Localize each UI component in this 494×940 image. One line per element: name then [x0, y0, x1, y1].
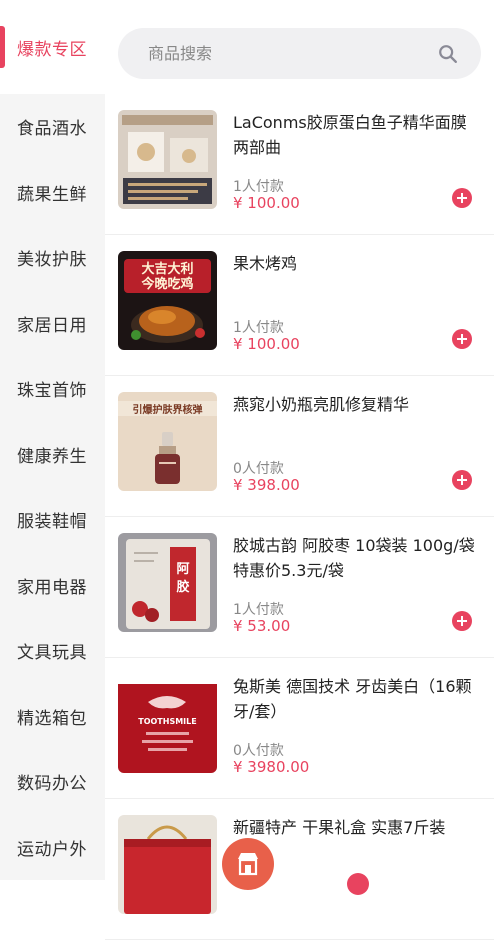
search-icon[interactable] [437, 43, 459, 65]
svg-text:阿: 阿 [176, 562, 189, 577]
category-item-hot[interactable]: 爆款专区 [0, 0, 105, 94]
product-title[interactable]: 新疆特产 干果礼盒 实惠7斤装 [233, 815, 479, 840]
product-card[interactable]: 新疆特产 干果礼盒 实惠7斤装 [105, 799, 494, 940]
category-item-outdoor[interactable]: 运动户外 [0, 815, 105, 881]
category-item-food-drinks[interactable]: 食品酒水 [0, 94, 105, 160]
product-image-teeth-whitening[interactable]: TOOTHSMILE [118, 674, 217, 773]
add-to-cart-button[interactable] [452, 470, 472, 490]
category-item-apparel[interactable]: 服装鞋帽 [0, 487, 105, 553]
category-item-health[interactable]: 健康养生 [0, 422, 105, 488]
product-title[interactable]: 果木烤鸡 [233, 251, 479, 276]
svg-text:大吉大利: 大吉大利 [141, 261, 193, 277]
category-item-bags[interactable]: 精选箱包 [0, 684, 105, 750]
store-icon [238, 853, 258, 876]
product-title[interactable]: 胶城古韵 阿胶枣 10袋装 100g/袋 特惠价5.3元/袋 [233, 533, 479, 583]
product-image-roast-chicken[interactable]: 大吉大利 今晚吃鸡 [118, 251, 217, 350]
svg-text:TOOTHSMILE: TOOTHSMILE [138, 717, 196, 726]
search-input[interactable] [146, 43, 437, 64]
search-bar[interactable] [118, 28, 481, 79]
category-item-digital[interactable]: 数码办公 [0, 749, 105, 815]
category-item-jewelry[interactable]: 珠宝首饰 [0, 356, 105, 422]
add-to-cart-button[interactable] [452, 611, 472, 631]
product-card[interactable]: 大吉大利 今晚吃鸡 果木烤鸡 1人付款 ¥ 100.00 [105, 235, 494, 376]
product-price: ¥ 53.00 [233, 617, 291, 635]
product-title[interactable]: 燕窕小奶瓶亮肌修复精华 [233, 392, 479, 417]
product-list: LaConms胶原蛋白鱼子精华面膜两部曲 1人付款 ¥ 100.00 大吉大利 … [105, 94, 494, 940]
product-price: ¥ 3980.00 [233, 758, 310, 776]
category-item-home[interactable]: 家居日用 [0, 291, 105, 357]
svg-text:引爆护肤界核弹: 引爆护肤界核弹 [133, 403, 203, 416]
product-sales-count: 1人付款 [233, 320, 284, 336]
product-image-serum[interactable]: 引爆护肤界核弹 [118, 392, 217, 491]
category-item-fresh-produce[interactable]: 蔬果生鲜 [0, 160, 105, 226]
svg-text:胶: 胶 [176, 579, 189, 595]
product-card[interactable]: LaConms胶原蛋白鱼子精华面膜两部曲 1人付款 ¥ 100.00 [105, 94, 494, 235]
product-price: ¥ 100.00 [233, 335, 300, 353]
add-to-cart-button[interactable] [452, 329, 472, 349]
store-button[interactable] [222, 838, 274, 890]
product-sales-count: 1人付款 [233, 602, 284, 618]
product-image-mask-box[interactable] [118, 110, 217, 209]
product-price: ¥ 100.00 [233, 194, 300, 212]
product-sales-count: 0人付款 [233, 743, 284, 759]
product-sales-count: 0人付款 [233, 461, 284, 477]
product-title[interactable]: 兔斯美 德国技术 牙齿美白（16颗牙/套） [233, 674, 479, 724]
add-to-cart-button[interactable] [452, 188, 472, 208]
svg-text:今晚吃鸡: 今晚吃鸡 [140, 276, 193, 292]
product-price: ¥ 398.00 [233, 476, 300, 494]
product-card[interactable]: 阿 胶 胶城古韵 阿胶枣 10袋装 100g/袋 特惠价5.3元/袋 1人付款 … [105, 517, 494, 658]
product-card[interactable]: TOOTHSMILE 兔斯美 德国技术 牙齿美白（16颗牙/套） 0人付款 ¥ … [105, 658, 494, 799]
product-card[interactable]: 引爆护肤界核弹 燕窕小奶瓶亮肌修复精华 0人付款 ¥ 398.00 [105, 376, 494, 517]
notification-dot [347, 873, 369, 895]
category-item-toys[interactable]: 文具玩具 [0, 618, 105, 684]
category-item-beauty[interactable]: 美妆护肤 [0, 225, 105, 291]
product-image-dried-fruit-gift-box[interactable] [118, 815, 217, 914]
product-image-ejiao-dates[interactable]: 阿 胶 [118, 533, 217, 632]
category-item-appliances[interactable]: 家用电器 [0, 553, 105, 619]
product-sales-count: 1人付款 [233, 179, 284, 195]
category-sidebar: 爆款专区 食品酒水 蔬果生鲜 美妆护肤 家居日用 珠宝首饰 健康养生 服装鞋帽 … [0, 0, 105, 880]
product-title[interactable]: LaConms胶原蛋白鱼子精华面膜两部曲 [233, 110, 479, 160]
